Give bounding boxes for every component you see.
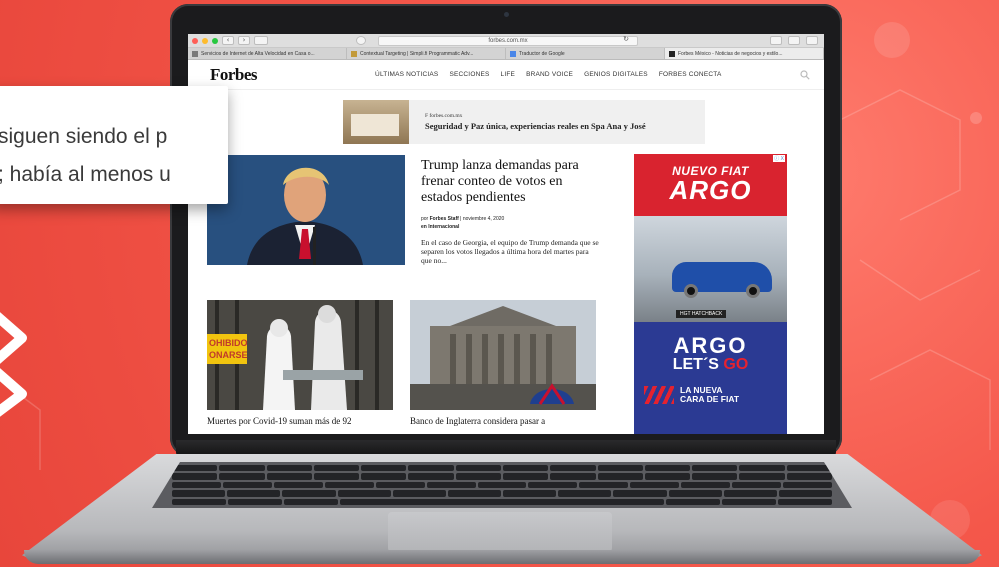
keyboard <box>152 462 852 508</box>
main-menu: ÚLTIMAS NOTICIAS SECCIONES LIFE BRAND VO… <box>375 71 721 78</box>
back-button[interactable]: ‹ <box>222 36 234 45</box>
menu-genios-digitales[interactable]: GENIOS DIGITALES <box>584 71 648 78</box>
ad-argo: ARGO <box>669 175 752 205</box>
laptop-front-edge <box>24 550 980 564</box>
menu-brand-voice[interactable]: BRAND VOICE <box>526 71 573 78</box>
zoomed-text-line-2: ; había al menos u <box>0 163 171 186</box>
maximize-window-button[interactable] <box>212 37 218 44</box>
site-header: Forbes ÚLTIMAS NOTICIAS SECCIONES LIFE B… <box>188 60 824 90</box>
zoomed-text-line-1: siguen siendo el p <box>0 125 168 148</box>
close-window-button[interactable] <box>192 37 198 44</box>
ad-lets: LET´S <box>672 356 719 373</box>
info-icon[interactable] <box>770 36 782 45</box>
tab-translate[interactable]: Traductor de Google <box>506 48 665 59</box>
tab-simplifi[interactable]: Contextual Targeting | Simpli.fi Program… <box>347 48 506 59</box>
hero-byline: por Forbes Staff | noviembre 4, 2020 <box>421 216 505 222</box>
ad-hgt-badge: HGT HATCHBACK <box>676 310 727 318</box>
promo-source: F forbes.com.mx <box>425 113 463 119</box>
zoomed-text-card: siguen siendo el p ; había al menos u <box>0 86 228 204</box>
browser-titlebar: ‹ › forbes.com.mx ↻ <box>188 34 824 48</box>
hero-excerpt: En el caso de Georgia, el equipo de Trum… <box>421 238 599 265</box>
promo-image <box>343 100 409 144</box>
adchoices-icon[interactable]: ⓘ X <box>773 155 785 162</box>
laptop-screen: ‹ › forbes.com.mx ↻ Servicios de Interne… <box>188 34 824 434</box>
address-bar[interactable]: forbes.com.mx <box>378 36 638 46</box>
car-icon <box>672 262 772 298</box>
laptop-lid: ‹ › forbes.com.mx ↻ Servicios de Interne… <box>170 4 842 456</box>
sign-text-2: ONARSE <box>209 350 248 360</box>
hero-image[interactable] <box>207 155 405 265</box>
ad-nueva-cara: LA NUEVA CARA DE FIAT <box>634 386 787 404</box>
tab-internet[interactable]: Servicios de Internet de Alta Velocidad … <box>188 48 347 59</box>
favicon-icon <box>351 50 357 57</box>
covid-photo: OHIBIDO ONARSE <box>207 300 393 410</box>
reload-icon[interactable]: ↻ <box>620 36 632 45</box>
web-page: Forbes ÚLTIMAS NOTICIAS SECCIONES LIFE B… <box>188 60 824 434</box>
covid-headline[interactable]: Muertes por Covid-19 suman más de 92 <box>207 416 397 426</box>
bank-photo <box>410 300 596 410</box>
ad-argo-lets-go: ARGO <box>673 333 748 358</box>
hero-headline[interactable]: Trump lanza demandas para frenar conteo … <box>421 158 599 206</box>
ad-car-photo: HGT HATCHBACK <box>634 216 787 322</box>
sidebar-icon[interactable] <box>254 36 268 45</box>
promo-title[interactable]: Seguridad y Paz única, experiencias real… <box>425 121 646 131</box>
ad-go: GO <box>723 356 749 373</box>
sign-text-1: OHIBIDO <box>209 338 248 348</box>
menu-life[interactable]: LIFE <box>501 71 516 78</box>
minimize-window-button[interactable] <box>202 37 208 44</box>
share-icon[interactable] <box>788 36 800 45</box>
hero-category[interactable]: en Internacional <box>421 224 459 230</box>
trackpad <box>388 512 612 552</box>
covid-image[interactable]: OHIBIDO ONARSE <box>207 300 393 410</box>
menu-ultimas-noticias[interactable]: ÚLTIMAS NOTICIAS <box>375 71 438 78</box>
shield-icon[interactable] <box>356 36 366 45</box>
chevron-right-icon <box>0 312 27 417</box>
tab-forbes[interactable]: Forbes México - Noticias de negocios y e… <box>665 48 824 59</box>
bank-headline[interactable]: Banco de Inglaterra considera pasar a <box>410 416 600 426</box>
camera <box>504 12 509 17</box>
fiat-argo-ad[interactable]: ⓘ X NUEVO FIAT ARGO HGT HATCHBACK ARGO L… <box>634 154 787 434</box>
favicon-icon <box>669 50 675 57</box>
hero-author[interactable]: Forbes Staff <box>430 216 459 222</box>
forward-button[interactable]: › <box>238 36 250 45</box>
tab-bar: Servicios de Internet de Alta Velocidad … <box>188 48 824 60</box>
promo-banner[interactable]: F forbes.com.mx Seguridad y Paz única, e… <box>343 100 705 144</box>
forbes-logo[interactable]: Forbes <box>210 65 258 85</box>
favicon-icon <box>192 50 198 57</box>
menu-secciones[interactable]: SECCIONES <box>449 71 489 78</box>
bank-image[interactable] <box>410 300 596 410</box>
trump-photo <box>207 155 405 265</box>
hero-date: noviembre 4, 2020 <box>462 216 505 222</box>
favicon-icon <box>510 50 516 57</box>
menu-forbes-conecta[interactable]: FORBES CONECTA <box>659 71 722 78</box>
tabs-icon[interactable] <box>806 36 818 45</box>
search-icon[interactable] <box>800 70 810 80</box>
